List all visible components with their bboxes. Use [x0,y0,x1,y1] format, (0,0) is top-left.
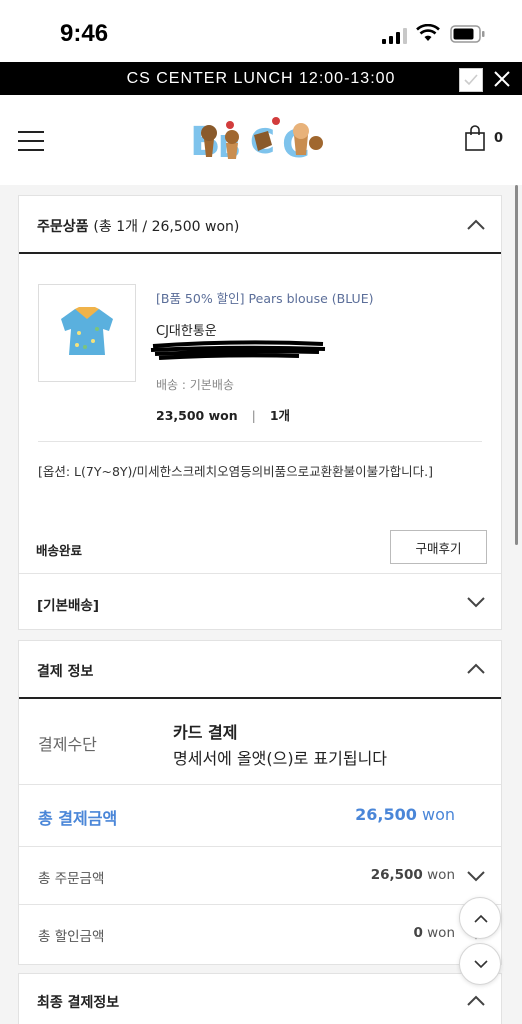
payment-method-value: 카드 결제 [173,723,238,742]
total-payment-label: 총 결제금액 [38,809,118,828]
menu-icon[interactable] [18,131,44,151]
discount-amount-unit: won [427,925,455,941]
shipping-group-row[interactable]: [기본배송] [19,573,501,630]
order-amount-row[interactable]: 총 주문금액 26,500 won [19,847,501,905]
scrollbar[interactable] [515,185,518,545]
chevron-up-icon[interactable] [467,995,485,1007]
item-divider [38,441,482,442]
payment-method-label: 결제수단 [38,735,97,754]
final-payment-title: 최종 결제정보 [37,995,120,1011]
redaction-scribble [150,340,326,360]
payment-method-row: 결제수단 카드 결제 명세서에 올앳(으)로 표기됩니다 [19,699,501,785]
battery-icon [450,25,485,43]
scroll-bottom-button[interactable] [459,943,501,985]
check-icon [464,74,478,86]
order-products-title: 주문상품 [37,219,89,235]
status-bar: 9:46 [0,0,522,62]
discount-amount-label: 총 할인금액 [38,929,105,945]
delivery-status: 배송완료 [36,543,83,558]
brand-logo[interactable]: B B C C [190,113,332,165]
order-products-card: 주문상품 (총 1개 / 26,500 won) [B품 50% 할인] Pea… [18,195,502,630]
banner-dismiss-checkbox[interactable] [459,68,483,92]
price-separator: | [251,408,256,423]
discount-amount-row[interactable]: 총 할인금액 0 won [19,905,501,963]
payment-info-card: 결제 정보 결제수단 카드 결제 명세서에 올앳(으)로 표기됩니다 총 결제금… [18,640,502,965]
blouse-image [61,307,113,355]
chevron-down-icon[interactable] [467,870,485,882]
cart-icon[interactable] [465,125,485,151]
order-amount-unit: won [427,867,455,883]
chevron-down-icon[interactable] [467,596,485,608]
total-payment-row: 총 결제금액 26,500 won [19,785,501,847]
product-name[interactable]: [B품 50% 할인] Pears blouse (BLUE) [156,288,373,307]
product-qty: 1개 [269,408,291,423]
delivery-status-row: 배송완료 구매후기 [19,530,501,574]
banner-text: CS CENTER LUNCH 12:00-13:00 [126,70,396,87]
final-payment-card: 최종 결제정보 [18,973,502,1024]
write-review-button[interactable]: 구매후기 [390,530,487,564]
payment-method-note: 명세서에 올앳(으)로 표기됩니다 [173,749,388,768]
order-item: [B품 50% 할인] Pears blouse (BLUE) CJ대한통운 배… [19,254,501,501]
chevron-up-icon[interactable] [467,219,485,231]
cart-count: 0 [494,131,504,146]
order-products-summary: (총 1개 / 26,500 won) [93,219,240,235]
site-header: B B C C 0 [0,95,522,185]
chevron-up-icon [474,914,488,923]
payment-info-title: 결제 정보 [37,664,94,680]
banner-close-icon[interactable] [490,67,514,91]
shipping-group-label: [기본배송] [37,598,100,614]
product-price: 23,500 won [156,408,238,423]
order-amount-label: 총 주문금액 [38,871,105,887]
price-line: 23,500 won | 1개 [156,405,290,424]
payment-info-header[interactable]: 결제 정보 [19,641,501,699]
shipping-type: 배송 : 기본배송 [156,378,234,392]
order-products-header[interactable]: 주문상품 (총 1개 / 26,500 won) [19,196,501,254]
product-option: [옵션: L(7Y~8Y)/미세한스크레치오염등의비품으로교환환불이불가합니다.… [38,464,433,479]
courier-name: CJ대한통운 [156,324,217,339]
status-time: 9:46 [60,20,109,47]
final-payment-header[interactable]: 최종 결제정보 [19,974,501,1024]
order-amount-value: 26,500 [370,867,423,883]
chevron-up-icon[interactable] [467,663,485,675]
scroll-top-button[interactable] [459,897,501,939]
total-payment-value: 26,500 [355,805,417,824]
wifi-icon [416,24,440,41]
notice-banner: CS CENTER LUNCH 12:00-13:00 [0,62,522,95]
cellular-signal-icon [382,28,407,44]
product-thumbnail[interactable] [38,284,136,382]
discount-amount-value: 0 [413,925,423,941]
total-payment-unit: won [421,805,455,824]
chevron-down-icon [474,960,488,969]
